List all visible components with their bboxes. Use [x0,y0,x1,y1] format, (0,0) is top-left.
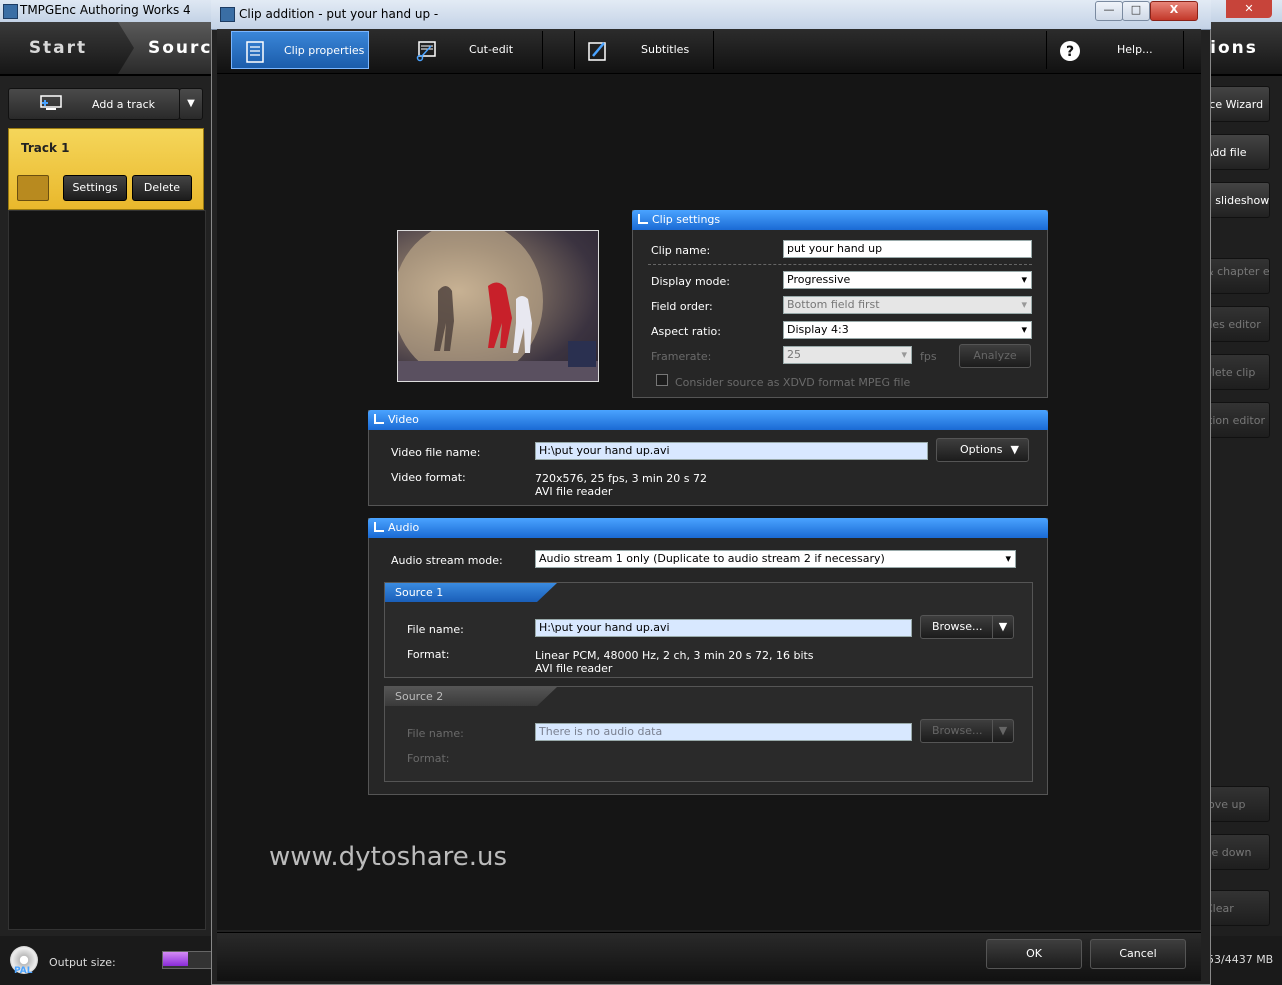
tab-cut-edit[interactable]: Cut-edit [403,31,543,69]
aspect-ratio-label: Aspect ratio: [651,325,721,338]
add-track-label: Add a track [92,98,156,111]
audio-source-1-format-label: Format: [407,648,450,661]
maximize-button[interactable]: □ [1122,1,1150,21]
framerate-select[interactable]: 25 [783,346,912,364]
track-title: Track 1 [21,141,70,155]
tab-cut-edit-label: Cut-edit [469,43,514,56]
track-list-area [8,210,206,930]
audio-source-2-header: Source 2 [385,687,557,706]
output-size-label: Output size: [49,956,116,969]
fps-unit: fps [920,350,937,363]
video-file-name-input[interactable]: H:\put your hand up.avi [535,442,928,460]
cut-edit-icon [416,41,436,62]
tab-help-label: Help... [1117,43,1153,56]
clip-settings-header: Clip settings [632,210,1048,230]
nav-start-tab[interactable]: Start [0,22,116,74]
analyze-button[interactable]: Analyze [959,344,1031,368]
tab-subtitles-label: Subtitles [641,43,690,56]
svg-text:?: ? [1066,44,1074,60]
browse-label: Browse... [932,724,983,737]
browse-label: Browse... [932,620,983,633]
tab-subtitles[interactable]: Subtitles [574,31,714,69]
audio-source-1-header: Source 1 [385,583,557,602]
ok-button[interactable]: OK [986,939,1082,969]
xdvd-checkbox[interactable] [656,374,668,386]
audio-source-2-format-label: Format: [407,752,450,765]
output-size-bar-fill [163,952,188,966]
display-mode-label: Display mode: [651,275,730,288]
audio-source-1-file-label: File name: [407,623,464,636]
clip-properties-icon [246,41,264,63]
video-file-name-label: Video file name: [391,446,481,459]
tab-help[interactable]: ? Help... [1046,31,1184,69]
audio-source-1-reader-value: AVI file reader [535,662,613,675]
subtitles-icon [588,42,606,61]
cancel-button[interactable]: Cancel [1090,939,1186,969]
video-reader-value: AVI file reader [535,485,613,498]
close-button[interactable]: X [1150,1,1198,21]
tab-clip-properties-label: Clip properties [284,44,365,57]
output-size-value: 53/4437 MB [1207,953,1274,966]
clip-preview-image [397,230,599,382]
audio-stream-mode-label: Audio stream mode: [391,554,503,567]
divider [648,264,1032,265]
add-track-icon [40,95,62,110]
clip-name-label: Clip name: [651,244,711,257]
clip-name-input[interactable]: put your hand up [783,240,1032,258]
minimize-button[interactable]: — [1095,1,1123,21]
main-window-title: TMPGEnc Authoring Works 4 [20,3,191,17]
audio-source-1-format-value: Linear PCM, 48000 Hz, 2 ch, 3 min 20 s 7… [535,649,814,662]
tab-clip-properties[interactable]: Clip properties [231,31,369,69]
video-format-value: 720x576, 25 fps, 3 min 20 s 72 [535,472,708,485]
audio-header: Audio [368,518,1048,538]
nav-options-tab[interactable]: tions [1200,22,1282,74]
audio-stream-mode-select[interactable]: Audio stream 1 only (Duplicate to audio … [535,550,1016,568]
field-order-label: Field order: [651,300,713,313]
dialog-title: Clip addition - put your hand up - [239,7,439,21]
framerate-label: Framerate: [651,350,712,363]
audio-source-1-file-input[interactable]: H:\put your hand up.avi [535,619,912,637]
main-close-button[interactable]: ✕ [1226,0,1272,18]
track-delete-button[interactable]: Delete [132,175,192,201]
track-thumbnail-icon [17,175,49,201]
browse-dropdown-icon: ▼ [992,720,1013,742]
pal-label: PAL [14,966,33,976]
preview-scene [398,231,598,381]
audio-source-2-browse-button[interactable]: Browse... ▼ [920,719,1014,743]
display-mode-select[interactable]: Progressive [783,271,1032,289]
field-order-select[interactable]: Bottom field first [783,296,1032,314]
audio-source-1-browse-button[interactable]: Browse... ▼ [920,615,1014,639]
app-icon [3,4,18,19]
browse-dropdown-icon: ▼ [992,616,1013,638]
options-button[interactable]: Options ▼ [936,438,1029,462]
audio-source-2-file-label: File name: [407,727,464,740]
video-format-label: Video format: [391,471,466,484]
dialog-app-icon [220,7,235,22]
aspect-ratio-select[interactable]: Display 4:3 [783,321,1032,339]
xdvd-checkbox-label: Consider source as XDVD format MPEG file [675,376,911,389]
help-icon: ? [1060,41,1080,61]
options-dropdown-icon: ▼ [1010,443,1019,456]
options-label: Options [960,443,1003,456]
add-track-dropdown[interactable]: ▼ [179,88,203,120]
audio-source-2-file-input[interactable]: There is no audio data [535,723,912,741]
watermark-text: www.dytoshare.us [269,842,508,872]
video-header: Video [368,410,1048,430]
track-settings-button[interactable]: Settings [63,175,127,201]
